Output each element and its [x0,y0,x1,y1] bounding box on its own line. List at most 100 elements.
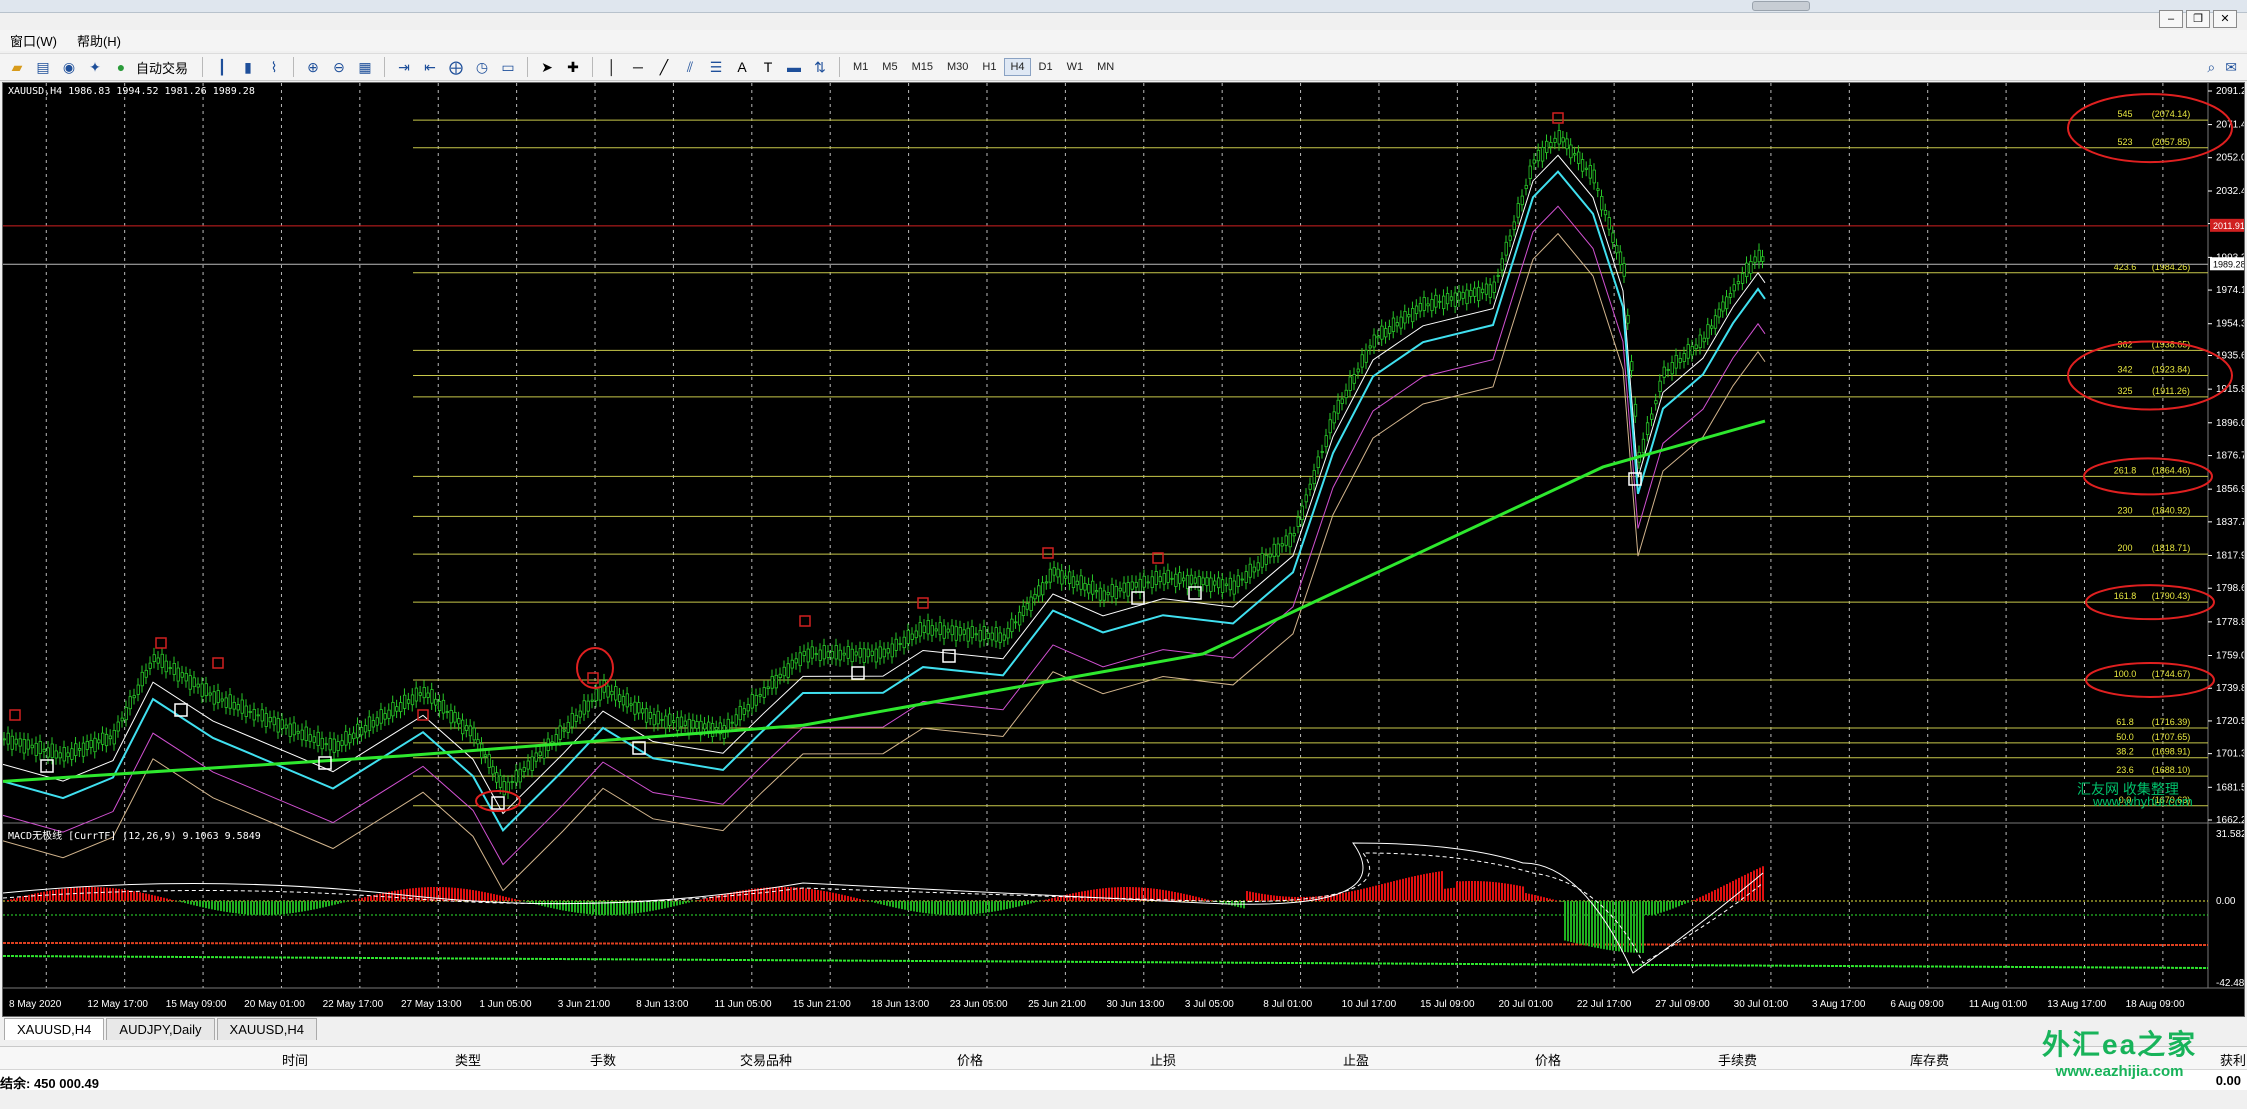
col-type[interactable]: 类型 [455,1050,481,1069]
chart-shift-icon[interactable]: ⇤ [420,57,440,77]
col-takeprofit[interactable]: 止盈 [1343,1050,1369,1069]
navigator-icon[interactable]: ✦ [85,57,105,77]
menu-help[interactable]: 帮助(H) [67,31,131,50]
restore-button[interactable]: ❐ [2186,10,2210,28]
macd-histogram-bar [1666,901,1668,911]
auto-trade-icon[interactable]: ● [111,57,131,77]
minimize-button[interactable]: ‒ [2159,10,2183,28]
macd-histogram-bar [1762,866,1764,901]
col-commission[interactable]: 手续费 [1718,1050,1757,1069]
search-icon[interactable]: ⌕ [2207,59,2215,76]
zoom-in-icon[interactable]: ⊕ [303,57,323,77]
line-chart-icon[interactable]: ⌇ [264,57,284,77]
macd-histogram-bar [1177,892,1179,901]
macd-histogram-bar [1717,888,1719,901]
time-tick-label: 20 Jul 01:00 [1498,999,1553,1010]
tab-xauusd-h4[interactable]: XAUUSD,H4 [4,1018,105,1040]
time-tick-label: 15 Jul 09:00 [1420,999,1475,1010]
periods-icon[interactable]: ◷ [472,57,492,77]
label-icon[interactable]: ▬ [784,57,804,77]
timeframe-d1[interactable]: D1 [1033,58,1059,76]
candle-body [790,659,794,669]
timeframe-m30[interactable]: M30 [941,58,974,76]
macd-histogram-bar [493,894,495,901]
timeframe-h4[interactable]: H4 [1004,58,1031,76]
chat-icon[interactable]: ✉ [2225,59,2237,76]
swing-high-marker [1042,547,1054,559]
open-folder-icon[interactable]: ▰ [7,57,27,77]
macd-histogram-bar [79,887,81,901]
market-watch-icon[interactable]: ◉ [59,57,79,77]
price-chart[interactable]: 8 May 2020 12 May 17:00 15 May 09:00 20 May… [3,83,2244,1016]
arrows-icon[interactable]: ⇅ [810,57,830,77]
timeframe-m1[interactable]: M1 [847,58,874,76]
macd-histogram-bar [829,892,831,901]
time-tick-label: 1 Jun 05:00 [479,999,532,1010]
macd-histogram-bar [157,896,159,901]
channel-icon[interactable]: ⫽ [680,57,700,77]
col-price[interactable]: 价格 [957,1050,983,1069]
bar-chart-icon[interactable]: ┃ [212,57,232,77]
macd-histogram-bar [1099,888,1101,901]
chart-window[interactable]: 8 May 2020 12 May 17:00 15 May 09:00 20 May… [2,82,2245,1017]
tab-xauusd-h4-2[interactable]: XAUUSD,H4 [216,1018,317,1040]
macd-histogram-bar [220,901,222,912]
candle-chart-icon[interactable]: ▮ [238,57,258,77]
col-profit[interactable]: 获利 [2220,1050,2246,1069]
macd-histogram-bar [292,901,294,913]
horizontal-line-icon[interactable]: ─ [628,57,648,77]
candle-body [3,738,6,741]
close-button[interactable]: ✕ [2213,10,2237,28]
price-tick-label: 1817.90 [2216,551,2244,562]
zoom-out-icon[interactable]: ⊖ [329,57,349,77]
templates-icon[interactable]: ▭ [498,57,518,77]
auto-trade-button[interactable]: 自动交易 [136,58,188,77]
fibonacci-icon[interactable]: ☰ [706,57,726,77]
candle-body [148,662,152,669]
candle-body [363,725,368,733]
trendline-icon[interactable]: ╱ [654,57,674,77]
macd-histogram-bar [1033,901,1035,903]
candle-body [260,709,264,722]
col-current-price[interactable]: 价格 [1535,1050,1561,1069]
profiles-icon[interactable]: ▤ [33,57,53,77]
title-scroll-thumb[interactable] [1752,1,1810,11]
candle-body [1532,159,1536,164]
candle-body [786,663,790,678]
cursor-icon[interactable]: ➤ [537,57,557,77]
candle-body [1106,592,1110,596]
timeframe-m5[interactable]: M5 [876,58,903,76]
timeframe-h1[interactable]: H1 [976,58,1002,76]
indicators-icon[interactable]: ⨁ [446,57,466,77]
text-icon[interactable]: A [732,57,752,77]
timeframe-m15[interactable]: M15 [906,58,939,76]
macd-histogram-bar [1612,901,1614,951]
col-swap[interactable]: 库存费 [1910,1050,1949,1069]
candle-body [188,675,192,690]
crosshair-icon[interactable]: ✚ [563,57,583,77]
macd-histogram-bar [43,891,45,901]
macd-histogram-bar [1540,896,1542,901]
timeframe-mn[interactable]: MN [1091,58,1120,76]
candle-body [1079,575,1083,590]
candle-body [256,714,260,717]
candle-body [806,648,810,663]
timeframe-w1[interactable]: W1 [1061,58,1090,76]
col-time[interactable]: 时间 [282,1050,308,1069]
col-stoploss[interactable]: 止损 [1150,1050,1176,1069]
macd-histogram-bar [697,900,699,901]
text-label-icon[interactable]: T [758,57,778,77]
candle-body [774,674,778,689]
tab-audjpy-daily[interactable]: AUDJPY,Daily [106,1018,215,1040]
vertical-line-icon[interactable]: │ [602,57,622,77]
col-symbol[interactable]: 交易品种 [740,1050,792,1069]
col-lots[interactable]: 手数 [590,1050,616,1069]
fib-price-label: (2074.14) [2152,109,2191,119]
macd-histogram-bar [1474,881,1476,901]
autoscroll-icon[interactable]: ⇥ [394,57,414,77]
menu-window[interactable]: 窗口(W) [0,31,67,50]
time-tick-label: 23 Jun 05:00 [950,999,1008,1010]
candle-body [542,745,546,759]
candle-body [1075,580,1079,586]
tile-windows-icon[interactable]: ▦ [355,57,375,77]
